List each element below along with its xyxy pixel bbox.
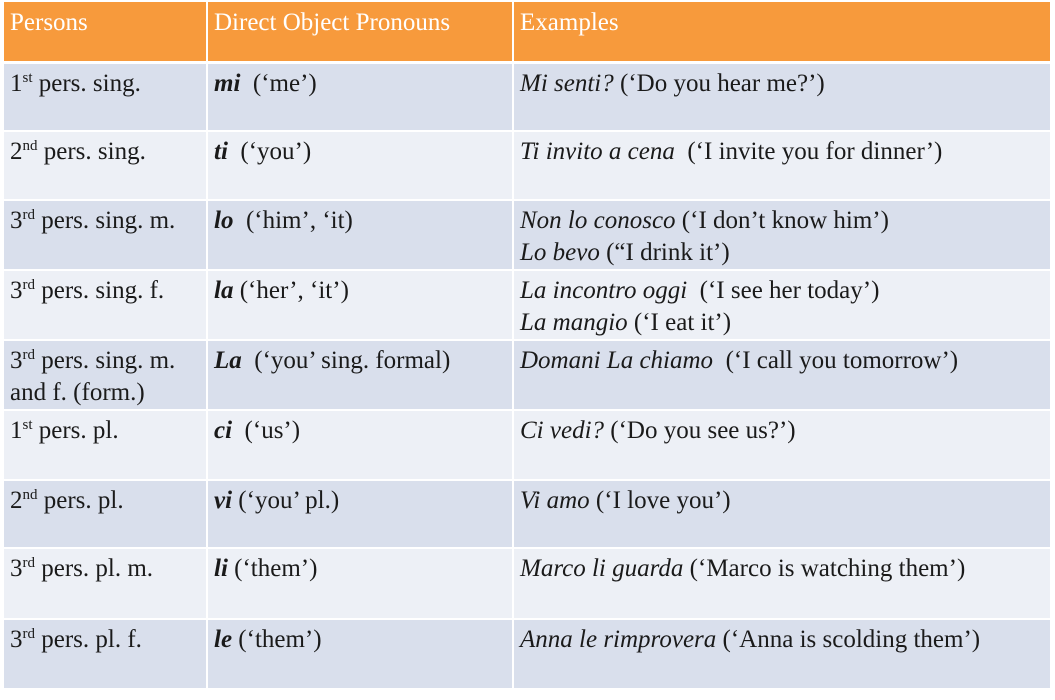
person-cell: 2nd pers. sing. xyxy=(4,130,208,201)
person-cell: 2nd pers. pl. xyxy=(4,479,208,549)
person-cell: 3rd pers. pl. m. xyxy=(4,547,208,620)
pronoun-cell: ti (‘you’) xyxy=(207,130,514,201)
person-cell: 3rd pers. pl. f. xyxy=(4,618,208,690)
person-cell: 1st pers. sing. xyxy=(4,62,208,132)
table-row: 1st pers. pl. ci (‘us’) Ci vedi? (‘Do yo… xyxy=(4,409,1050,481)
pronoun-cell: la (‘her’, ‘it’) xyxy=(207,269,514,341)
pronoun-cell: mi (‘me’) xyxy=(207,62,514,132)
pronoun-cell: le (‘them’) xyxy=(207,618,514,690)
example-cell: Domani La chiamo (‘I call you tomorrow’) xyxy=(513,339,1050,411)
person-cell: 1st pers. pl. xyxy=(4,409,208,481)
example-cell: Anna le rimprovera (‘Anna is scolding th… xyxy=(513,618,1050,690)
example-cell: Ti invito a cena (‘I invite you for dinn… xyxy=(513,130,1050,201)
person-cell: 3rd pers. sing. m. xyxy=(4,199,208,271)
header-examples: Examples xyxy=(513,2,1050,64)
example-cell: Mi senti? (‘Do you hear me?’) xyxy=(513,62,1050,132)
header-pronouns: Direct Object Pronouns xyxy=(207,2,514,64)
pronoun-cell: li (‘them’) xyxy=(207,547,514,620)
table-row: 2nd pers. pl. vi (‘you’ pl.) Vi amo (‘I … xyxy=(4,479,1050,549)
pronoun-cell: ci (‘us’) xyxy=(207,409,514,481)
table-row: 3rd pers. sing. f. la (‘her’, ‘it’) La i… xyxy=(4,269,1050,341)
table-row: 3rd pers. sing. m. and f. (form.) La (‘yo… xyxy=(4,339,1050,411)
table-row: 3rd pers. pl. f. le (‘them’) Anna le rim… xyxy=(4,618,1050,690)
example-cell: Marco li guarda (‘Marco is watching them… xyxy=(513,547,1050,620)
table-row: 1st pers. sing. mi (‘me’) Mi senti? (‘Do… xyxy=(4,62,1050,132)
table-row: 3rd pers. pl. m. li (‘them’) Marco li gu… xyxy=(4,547,1050,620)
header-row: Persons Direct Object Pronouns Examples xyxy=(4,2,1050,64)
example-cell: Vi amo (‘I love you’) xyxy=(513,479,1050,549)
pronoun-cell: vi (‘you’ pl.) xyxy=(207,479,514,549)
pronoun-table: Persons Direct Object Pronouns Examples … xyxy=(4,2,1050,690)
header-persons: Persons xyxy=(4,2,208,64)
example-cell: Ci vedi? (‘Do you see us?’) xyxy=(513,409,1050,481)
example-cell: Non lo conosco (‘I don’t know him’) Lo be… xyxy=(513,199,1050,271)
example-cell: La incontro oggi (‘I see her today’) La m… xyxy=(513,269,1050,341)
table-row: 2nd pers. sing. ti (‘you’) Ti invito a c… xyxy=(4,130,1050,201)
person-cell: 3rd pers. sing. f. xyxy=(4,269,208,341)
pronoun-cell: lo (‘him’, ‘it) xyxy=(207,199,514,271)
table-row: 3rd pers. sing. m. lo (‘him’, ‘it) Non l… xyxy=(4,199,1050,271)
person-cell: 3rd pers. sing. m. and f. (form.) xyxy=(4,339,208,411)
pronoun-cell: La (‘you’ sing. formal) xyxy=(207,339,514,411)
